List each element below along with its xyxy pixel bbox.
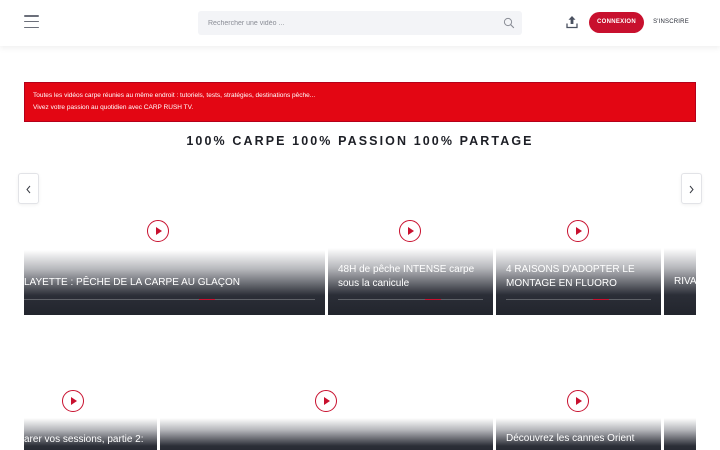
- menu-icon[interactable]: [24, 15, 39, 28]
- video-title: LAYETTE : PÊCHE DE LA CARPE AU GLAÇON: [24, 277, 240, 288]
- video-title: arer vos sessions, partie 2:: [24, 434, 144, 445]
- video-card[interactable]: 48H de pêche INTENSE carpe sous la canic…: [328, 248, 493, 315]
- play-icon[interactable]: [399, 220, 421, 242]
- chevron-right-icon: [689, 185, 694, 194]
- video-card[interactable]: 4 RAISONS D'ADOPTER LE MONTAGE EN FLUORO: [496, 248, 661, 315]
- play-icon[interactable]: [567, 390, 589, 412]
- video-title: Découvrez les cannes Orient: [506, 433, 635, 444]
- progress-track: [24, 299, 315, 300]
- upload-icon[interactable]: [566, 15, 578, 29]
- signup-link[interactable]: S'INSCRIRE: [650, 12, 692, 33]
- play-icon[interactable]: [147, 220, 169, 242]
- video-carousel-row-1: LAYETTE : PÊCHE DE LA CARPE AU GLAÇON 48…: [24, 0, 696, 450]
- video-card[interactable]: [160, 418, 493, 450]
- chevron-left-icon: [26, 185, 31, 194]
- search-icon[interactable]: [503, 17, 515, 29]
- progress-track: [338, 299, 483, 300]
- search-input[interactable]: [198, 11, 488, 35]
- login-button[interactable]: CONNEXION: [589, 12, 644, 33]
- play-icon[interactable]: [62, 390, 84, 412]
- progress-track: [506, 299, 651, 300]
- search-bar: [198, 11, 522, 35]
- video-title: 48H de pêche INTENSE carpe sous la canic…: [338, 264, 475, 289]
- video-title: 4 RAISONS D'ADOPTER LE MONTAGE EN FLUORO: [506, 264, 635, 289]
- video-card[interactable]: arer vos sessions, partie 2:: [24, 418, 157, 450]
- carousel-prev-button[interactable]: [18, 173, 39, 204]
- top-header: CONNEXION S'INSCRIRE: [0, 0, 720, 46]
- video-card[interactable]: [664, 418, 696, 450]
- video-card[interactable]: RIVA: [664, 248, 696, 315]
- page: CONNEXION S'INSCRIRE Toutes les vidéos c…: [0, 0, 720, 450]
- video-card[interactable]: LAYETTE : PÊCHE DE LA CARPE AU GLAÇON: [24, 250, 325, 315]
- video-card[interactable]: Découvrez les cannes Orient: [496, 418, 661, 450]
- video-title: RIVA: [674, 276, 696, 287]
- carousel-next-button[interactable]: [681, 173, 702, 204]
- play-icon[interactable]: [315, 390, 337, 412]
- play-icon[interactable]: [567, 220, 589, 242]
